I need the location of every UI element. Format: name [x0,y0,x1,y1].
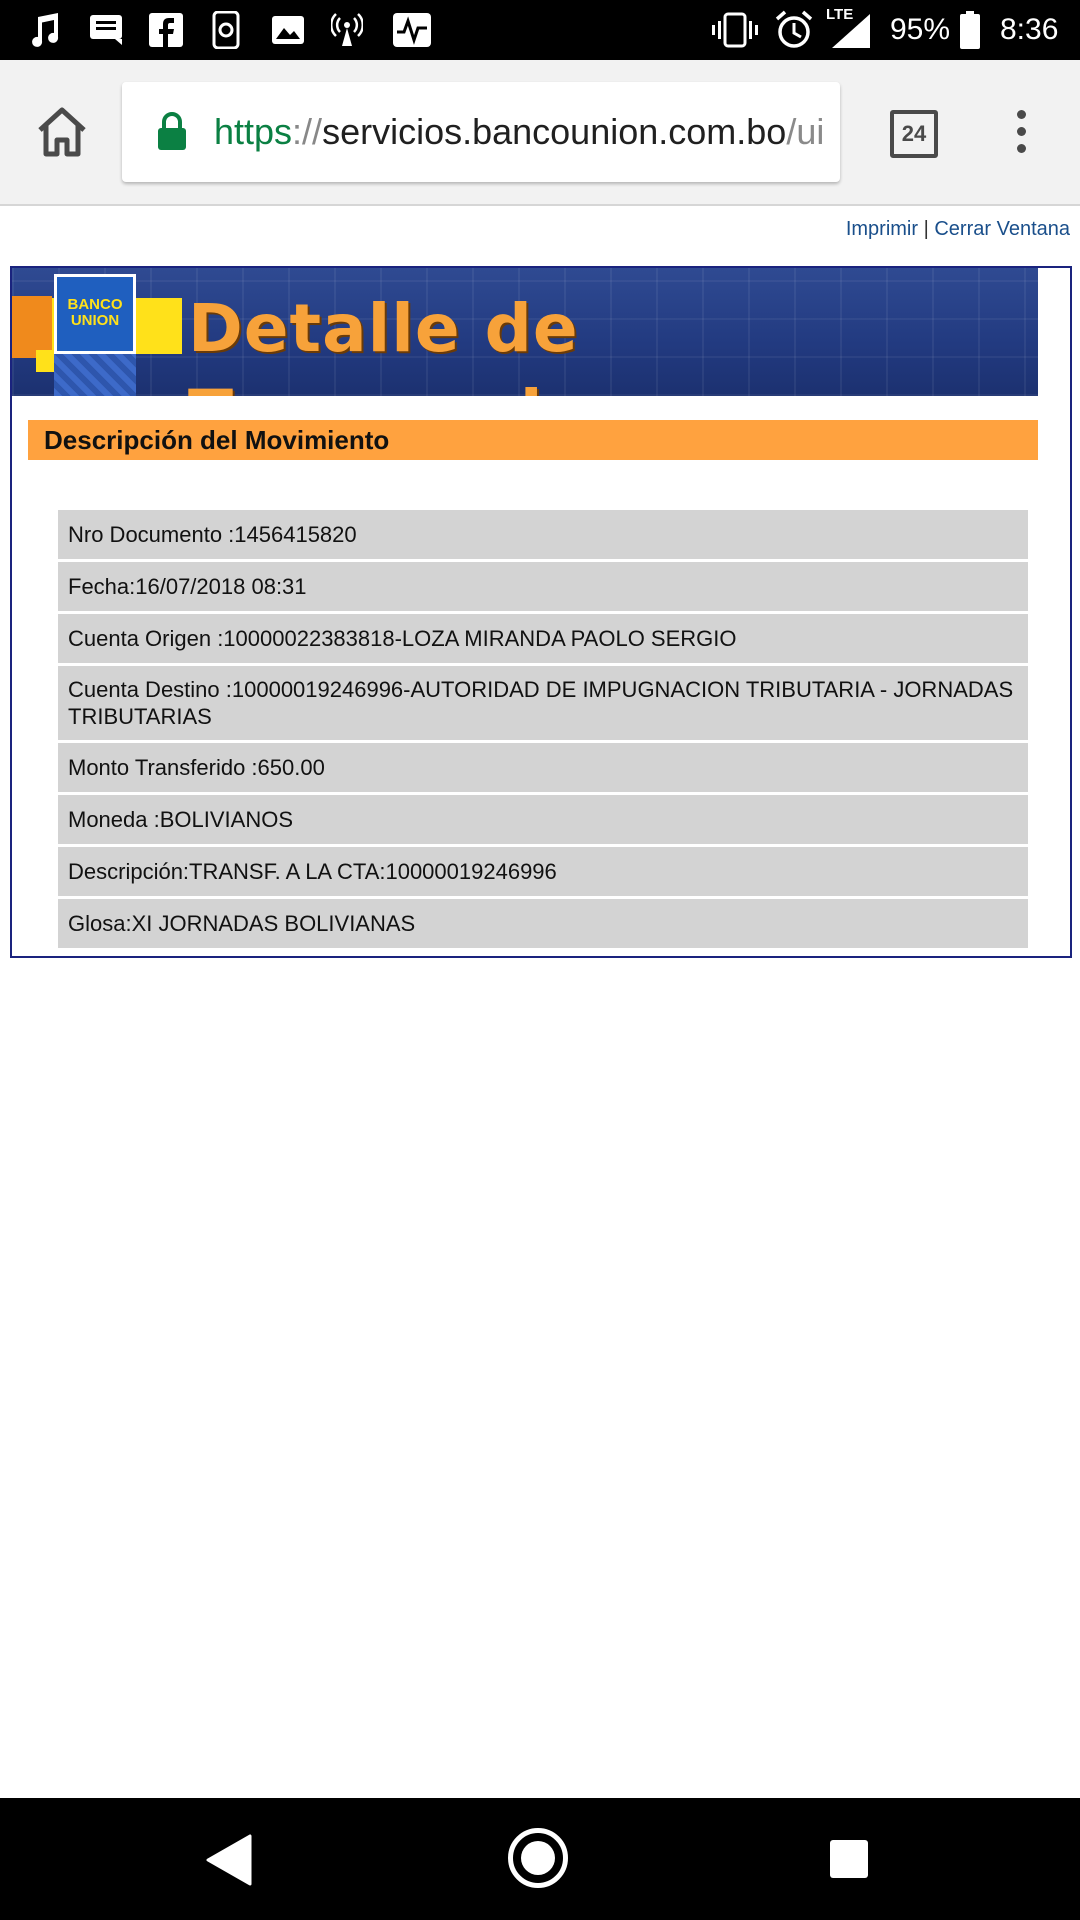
home-icon [38,107,86,157]
bank-logo: BANCO UNION [54,274,136,354]
address-bar[interactable]: https://servicios.bancounion.com.bo/ui [122,82,840,182]
tab-count: 24 [901,121,927,146]
home-button[interactable] [30,100,94,164]
header-banner: BANCO UNION Detalle de Transacciones [12,268,1038,396]
back-button[interactable] [206,1834,252,1891]
lock-icon [156,112,188,152]
back-icon [206,1834,252,1886]
home-nav-button[interactable] [508,1828,568,1888]
battery-icon [958,10,982,50]
logo-text-line2: UNION [70,312,120,329]
image-icon [270,10,306,50]
transaction-detail-frame: BANCO UNION Detalle de Transacciones Des… [10,266,1072,958]
url-text: https://servicios.bancounion.com.bo/ui [214,106,824,158]
logo-pattern [54,354,136,396]
url-separator: :// [292,111,323,152]
section-title: Descripción del Movimiento [28,420,1038,460]
detail-amount: Monto Transferido :650.00 [58,743,1028,792]
messages-icon [88,10,124,50]
print-link[interactable]: Imprimir [846,218,918,240]
menu-dot [1016,144,1026,153]
signal-icon: LTE [826,6,872,50]
app-icon [210,10,242,50]
page-links: Imprimir | Cerrar Ventana [846,218,1070,241]
detail-date: Fecha:16/07/2018 08:31 [58,562,1028,611]
system-nav-bar [0,1798,1080,1920]
url-path: /ui [786,111,824,152]
hotspot-icon [330,10,364,50]
music-icon [28,10,62,50]
link-separator: | [918,218,935,240]
detail-destination-account: Cuenta Destino :10000019246996-AUTORIDAD… [58,666,1028,740]
detail-document-number: Nro Documento :1456415820 [58,510,1028,559]
activity-icon [392,10,432,50]
recents-button[interactable] [830,1840,868,1878]
url-host: servicios.bancounion.com.bo [322,111,787,152]
url-scheme: https [214,111,293,152]
browser-toolbar: https://servicios.bancounion.com.bo/ui 2… [0,60,1080,206]
detail-list: Nro Documento :1456415820 Fecha:16/07/20… [58,510,1028,951]
logo-text-line1: BANCO [67,296,123,313]
network-type: LTE [826,6,854,23]
banner-title: Detalle de Transacciones [188,290,723,396]
detail-gloss: Glosa:XI JORNADAS BOLIVIANAS [58,899,1028,948]
overflow-menu-button[interactable] [1008,110,1034,158]
tab-switcher-button[interactable]: 24 [890,110,938,158]
status-bar: LTE 95% 8:36 [0,0,1080,60]
detail-source-account: Cuenta Origen :10000022383818-LOZA MIRAN… [58,614,1028,663]
close-window-link[interactable]: Cerrar Ventana [934,218,1070,240]
alarm-icon [774,10,814,50]
menu-dot [1016,110,1026,119]
detail-description: Descripción:TRANSF. A LA CTA:10000019246… [58,847,1028,896]
vibrate-icon [712,10,758,50]
menu-dot [1016,127,1026,136]
detail-currency: Moneda :BOLIVIANOS [58,795,1028,844]
clock: 8:36 [1000,13,1059,46]
battery-percent: 95% [890,13,951,46]
banner-decoration [12,296,52,358]
facebook-icon [148,10,184,50]
